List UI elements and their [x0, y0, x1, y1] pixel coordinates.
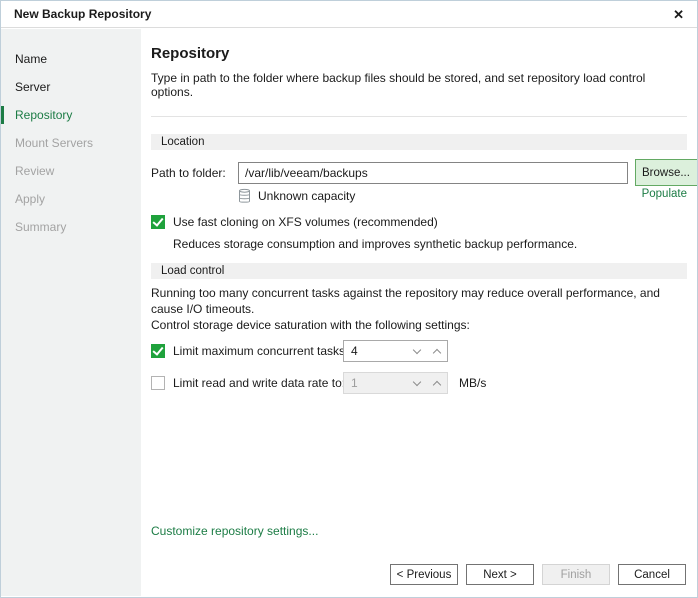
- new-backup-repository-dialog: New Backup Repository ✕ Name Server Repo…: [0, 0, 698, 598]
- chevron-up-icon[interactable]: [427, 341, 447, 361]
- finish-button: Finish: [542, 564, 610, 585]
- capacity-status-row: Unknown capacity: [238, 187, 687, 204]
- location-section-header: Location: [151, 134, 687, 150]
- cancel-button[interactable]: Cancel: [618, 564, 686, 585]
- load-control-description: Running too many concurrent tasks agains…: [151, 285, 687, 333]
- close-icon[interactable]: ✕: [673, 8, 684, 21]
- data-rate-spinner: 1: [343, 372, 448, 394]
- data-rate-unit: MB/s: [459, 376, 486, 390]
- previous-button[interactable]: < Previous: [390, 564, 458, 585]
- load-control-section-header: Load control: [151, 263, 687, 279]
- next-button[interactable]: Next >: [466, 564, 534, 585]
- max-tasks-value[interactable]: 4: [344, 344, 407, 358]
- sidebar-item-repository[interactable]: Repository: [1, 101, 141, 129]
- main-content: Repository Type in path to the folder wh…: [141, 29, 697, 597]
- sidebar-item-mount-servers[interactable]: Mount Servers: [1, 129, 141, 157]
- data-rate-row: Limit read and write data rate to: 1 MB/…: [151, 371, 687, 395]
- wizard-steps-sidebar: Name Server Repository Mount Servers Rev…: [1, 29, 141, 596]
- sidebar-item-apply[interactable]: Apply: [1, 185, 141, 213]
- data-rate-value: 1: [344, 376, 407, 390]
- fast-cloning-checkbox[interactable]: [151, 215, 165, 229]
- chevron-down-icon[interactable]: [407, 341, 427, 361]
- path-to-folder-input[interactable]: [238, 162, 628, 184]
- sidebar-item-review[interactable]: Review: [1, 157, 141, 185]
- wizard-footer: < Previous Next > Finish Cancel: [390, 564, 686, 585]
- sidebar-item-name[interactable]: Name: [1, 45, 141, 73]
- populate-link[interactable]: Populate: [642, 188, 687, 200]
- data-rate-checkbox[interactable]: [151, 376, 165, 390]
- chevron-up-icon: [427, 373, 447, 393]
- sidebar-item-server[interactable]: Server: [1, 73, 141, 101]
- path-to-folder-label: Path to folder:: [151, 166, 238, 180]
- data-rate-label: Limit read and write data rate to:: [173, 376, 345, 390]
- window-title: New Backup Repository: [14, 7, 151, 21]
- chevron-down-icon: [407, 373, 427, 393]
- title-bar: New Backup Repository ✕: [1, 1, 697, 28]
- load-control-description-line2: Control storage device saturation with t…: [151, 317, 687, 333]
- page-title: Repository: [151, 45, 687, 62]
- fast-cloning-row: Use fast cloning on XFS volumes (recomme…: [151, 215, 687, 229]
- customize-repository-settings-link[interactable]: Customize repository settings...: [151, 524, 318, 538]
- fast-cloning-label: Use fast cloning on XFS volumes (recomme…: [173, 215, 438, 229]
- fast-cloning-description: Reduces storage consumption and improves…: [173, 237, 687, 251]
- load-control-description-line1: Running too many concurrent tasks agains…: [151, 285, 687, 317]
- header-divider: [151, 116, 687, 117]
- max-tasks-spinner[interactable]: 4: [343, 340, 448, 362]
- max-tasks-row: Limit maximum concurrent tasks to: 4: [151, 339, 687, 363]
- sidebar-item-summary[interactable]: Summary: [1, 213, 141, 241]
- max-tasks-label: Limit maximum concurrent tasks to:: [173, 344, 362, 358]
- browse-button[interactable]: Browse...: [635, 159, 698, 186]
- page-subtitle: Type in path to the folder where backup …: [151, 71, 687, 99]
- max-tasks-checkbox[interactable]: [151, 344, 165, 358]
- path-to-folder-row: Path to folder: Browse... Populate: [151, 161, 687, 185]
- capacity-status-text: Unknown capacity: [258, 189, 355, 203]
- database-icon: [238, 188, 251, 204]
